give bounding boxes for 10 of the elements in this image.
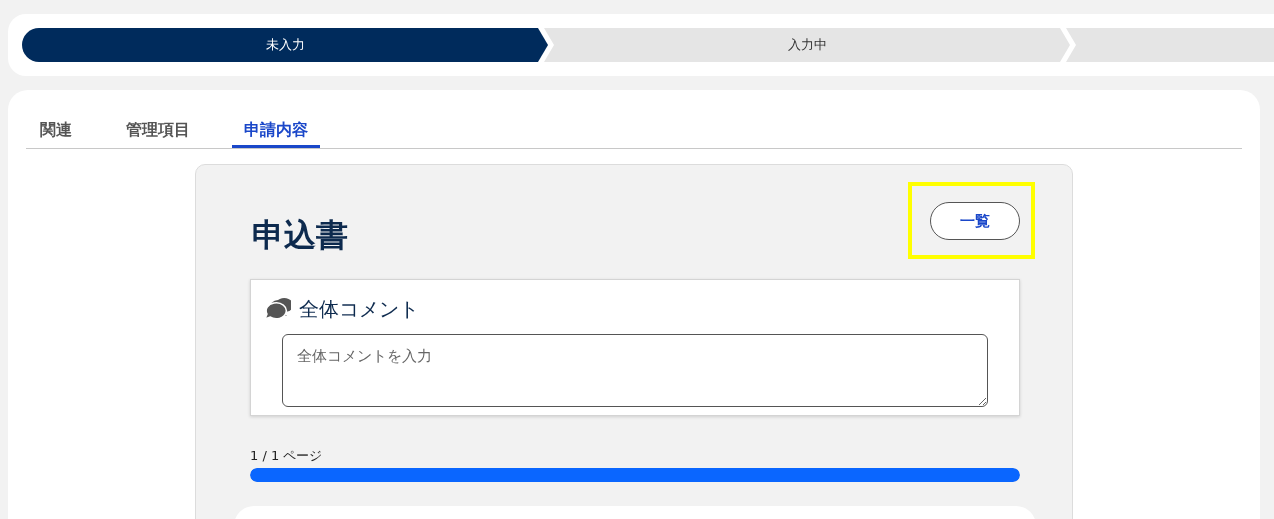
comment-field[interactable]: 全体コメントを入力 <box>282 334 988 407</box>
progress-step: 入力中 <box>544 28 1070 62</box>
tab[interactable]: 関連 <box>28 108 84 148</box>
page-counter: 1 / 1 ページ <box>250 447 324 465</box>
comment-title: 全体コメント <box>299 296 419 323</box>
tab[interactable]: 申請内容 <box>232 108 320 148</box>
list-button[interactable]: 一覧 <box>930 202 1020 240</box>
form-title: 申込書 <box>252 214 348 256</box>
progress-step: 未入力 <box>22 28 548 62</box>
tab[interactable]: 管理項目 <box>114 108 202 148</box>
